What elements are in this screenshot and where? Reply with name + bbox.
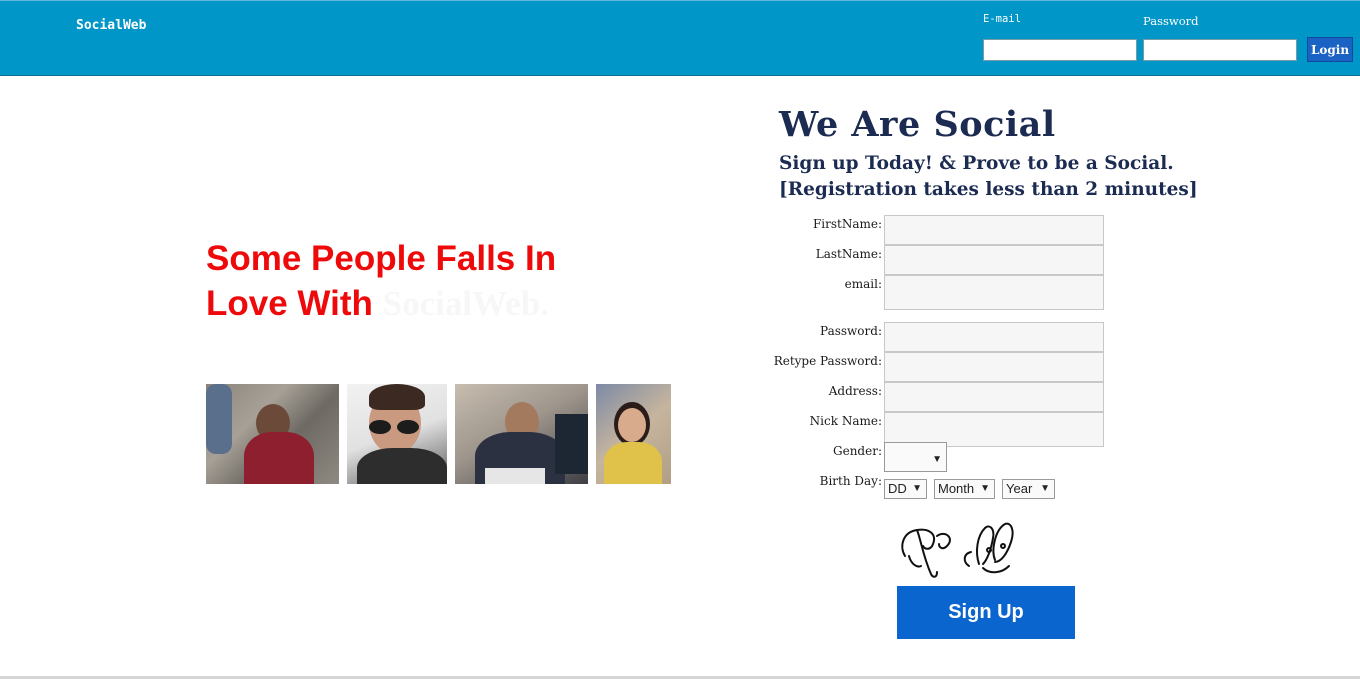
hero-tagline: Some People Falls In Love With SocialWeb… xyxy=(206,236,626,326)
chevron-down-icon: ▼ xyxy=(1040,483,1050,494)
gender-select[interactable]: ▼ xyxy=(884,442,947,472)
signup-subtitle: Sign up Today! & Prove to be a Social.[R… xyxy=(779,153,1198,200)
password-field-label: Password: xyxy=(820,324,882,338)
login-email-input[interactable] xyxy=(983,39,1137,61)
top-header: SocialWeb E-mail Password Login xyxy=(0,0,1360,76)
first-name-field[interactable] xyxy=(884,215,1104,245)
gender-label: Gender: xyxy=(833,444,882,458)
birth-year-value: Year xyxy=(1006,481,1033,496)
brand-logo[interactable]: SocialWeb xyxy=(76,18,146,33)
tagline-line1: Some People Falls In xyxy=(206,239,557,278)
retype-password-field[interactable] xyxy=(884,352,1104,382)
login-password-input[interactable] xyxy=(1143,39,1297,61)
password-label: Password xyxy=(1143,14,1199,28)
password-field[interactable] xyxy=(884,322,1104,352)
signup-title: We Are Social xyxy=(779,104,1056,145)
email-field[interactable] xyxy=(884,275,1104,310)
member-photo-3 xyxy=(455,384,588,484)
chevron-down-icon: ▼ xyxy=(980,483,990,494)
birth-year-select[interactable]: Year ▼ xyxy=(1002,479,1055,499)
captcha-image xyxy=(901,522,1014,578)
address-field[interactable] xyxy=(884,382,1104,412)
address-label: Address: xyxy=(828,384,882,398)
member-photo-2 xyxy=(347,384,447,484)
retype-password-label: Retype Password: xyxy=(773,354,882,368)
birth-day-label: Birth Day: xyxy=(819,474,882,488)
tagline-line2: Love With xyxy=(206,284,373,323)
email-label: E-mail xyxy=(983,13,1021,25)
last-name-field[interactable] xyxy=(884,245,1104,275)
nick-name-label: Nick Name: xyxy=(809,414,882,428)
member-photo-1 xyxy=(206,384,339,484)
login-button[interactable]: Login xyxy=(1307,37,1353,62)
birth-day-select[interactable]: DD ▼ xyxy=(884,479,927,499)
tagline-faint-brand: SocialWeb. xyxy=(382,284,549,323)
email-field-label: email: xyxy=(844,277,882,291)
chevron-down-icon: ▼ xyxy=(912,483,922,494)
member-photo-4 xyxy=(596,384,671,484)
chevron-down-icon: ▼ xyxy=(932,454,942,465)
birth-month-value: Month xyxy=(938,481,975,496)
last-name-label: LastName: xyxy=(815,247,882,261)
sign-up-button[interactable]: Sign Up xyxy=(897,586,1075,639)
birth-day-value: DD xyxy=(888,481,907,496)
birth-month-select[interactable]: Month ▼ xyxy=(934,479,995,499)
first-name-label: FirstName: xyxy=(812,217,882,231)
